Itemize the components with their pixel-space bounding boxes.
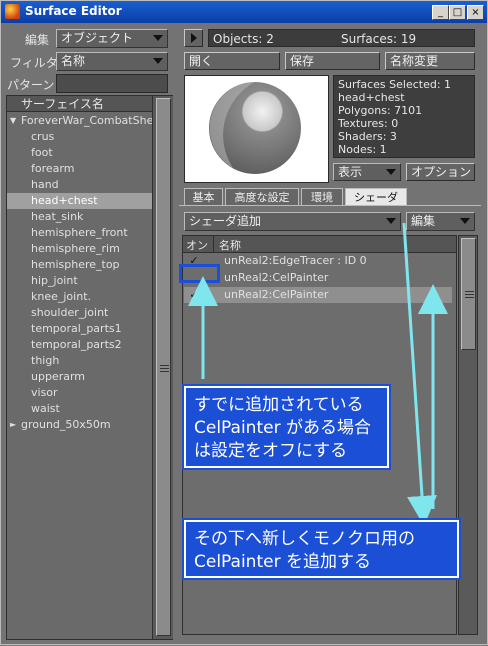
surface-editor-window: Surface Editor _ □ × 編集 オブジェクト フィルタ 名称 パ… [0, 0, 488, 645]
callout-add-new: その下へ新しくモノクロ用の CelPainter を追加する [182, 518, 461, 580]
callout-turn-off: すでに追加されている CelPainter がある場合 は設定をオフにする [182, 384, 391, 470]
arrow-from-add-shader [402, 222, 437, 526]
